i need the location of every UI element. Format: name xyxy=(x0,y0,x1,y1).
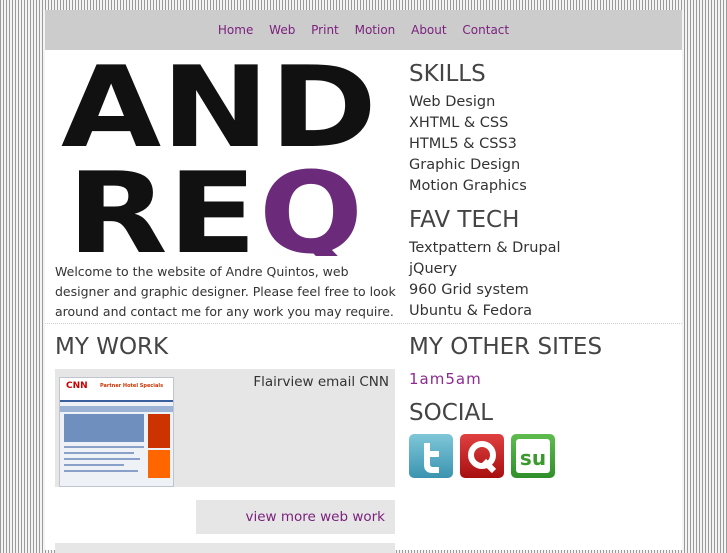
logo-line2-re: RE xyxy=(67,149,257,256)
view-more-web-work-button[interactable]: view more web work xyxy=(196,500,395,534)
section-divider xyxy=(45,323,682,324)
site-logo[interactable]: AND RE Q xyxy=(59,60,379,256)
social-title: SOCIAL xyxy=(409,400,494,426)
nav-print[interactable]: Print xyxy=(311,23,339,37)
skills-section: SKILLS Web Design XHTML & CSS HTML5 & CS… xyxy=(409,60,679,197)
qik-icon[interactable] xyxy=(460,434,505,478)
nav-home[interactable]: Home xyxy=(218,23,253,37)
top-nav: Home Web Print Motion About Contact xyxy=(45,10,682,50)
svg-text:su: su xyxy=(520,446,546,470)
thumb-brand: CNN xyxy=(66,381,88,391)
other-sites-title: MY OTHER SITES xyxy=(409,334,603,360)
social-icons: su xyxy=(409,434,679,482)
twitter-icon[interactable] xyxy=(409,434,453,478)
fav-tech-section: FAV TECH Textpattern & Drupal jQuery 960… xyxy=(409,206,679,322)
skill-item: HTML5 & CSS3 xyxy=(409,136,517,152)
stumbleupon-icon[interactable]: su xyxy=(511,434,556,478)
tech-item: jQuery xyxy=(409,261,458,277)
nav-about[interactable]: About xyxy=(411,23,446,37)
tech-item: Textpattern & Drupal xyxy=(409,240,561,256)
intro-text: Welcome to the website of Andre Quintos,… xyxy=(55,264,396,319)
fav-tech-title: FAV TECH xyxy=(409,207,520,233)
nav-web[interactable]: Web xyxy=(269,23,295,37)
skill-item: Graphic Design xyxy=(409,157,521,173)
nav-motion[interactable]: Motion xyxy=(355,23,396,37)
work-item[interactable]: CNN Partner Hotel Specials Flairview ema… xyxy=(55,369,395,487)
other-site-link[interactable]: 1am5am xyxy=(409,370,679,388)
skill-item: Motion Graphics xyxy=(409,178,527,194)
skill-item: XHTML & CSS xyxy=(409,115,509,131)
skill-item: Web Design xyxy=(409,94,496,110)
work-item-title: Flairview email CNN xyxy=(253,374,389,390)
tech-item: Ubuntu & Fedora xyxy=(409,303,532,319)
thumb-heading: Partner Hotel Specials xyxy=(100,383,164,389)
page: Home Web Print Motion About Contact AND … xyxy=(45,10,682,553)
my-work-title: MY WORK xyxy=(55,334,169,360)
tech-item: 960 Grid system xyxy=(409,282,529,298)
logo-line2-q: Q xyxy=(259,149,363,256)
nav-contact[interactable]: Contact xyxy=(462,23,509,37)
work-thumbnail[interactable]: CNN Partner Hotel Specials xyxy=(59,377,174,487)
skills-title: SKILLS xyxy=(409,61,486,87)
